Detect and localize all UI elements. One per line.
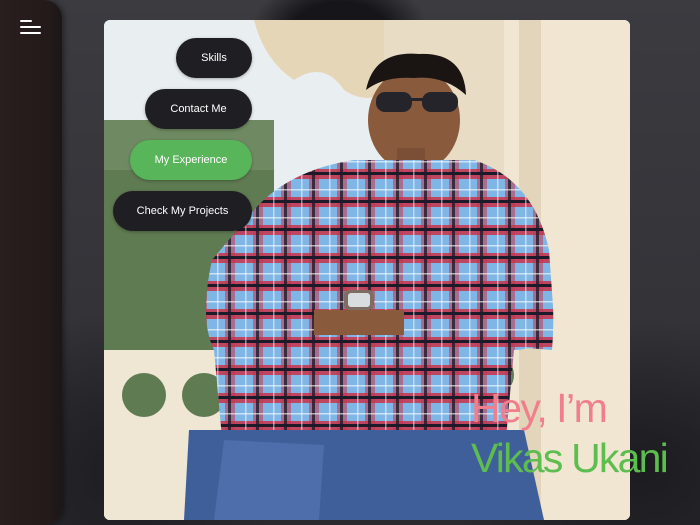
hamburger-menu-icon[interactable]	[20, 18, 42, 34]
hero-name: Vikas Ukani	[471, 435, 669, 481]
nav-contact-label: Contact Me	[170, 103, 227, 115]
nav-projects-button[interactable]: Check My Projects	[113, 191, 252, 231]
nav-experience-label: My Experience	[154, 154, 228, 166]
portfolio-page: Skills Contact Me My Experience Check My…	[0, 0, 700, 525]
nav-projects-label: Check My Projects	[136, 205, 229, 217]
nav-experience-button[interactable]: My Experience	[130, 140, 252, 180]
nav-skills-label: Skills	[201, 52, 227, 64]
nav-skills-button[interactable]: Skills	[176, 38, 252, 78]
sidebar	[0, 0, 62, 525]
nav-contact-button[interactable]: Contact Me	[145, 89, 252, 129]
hero-greeting: Hey, I’m	[471, 385, 608, 431]
